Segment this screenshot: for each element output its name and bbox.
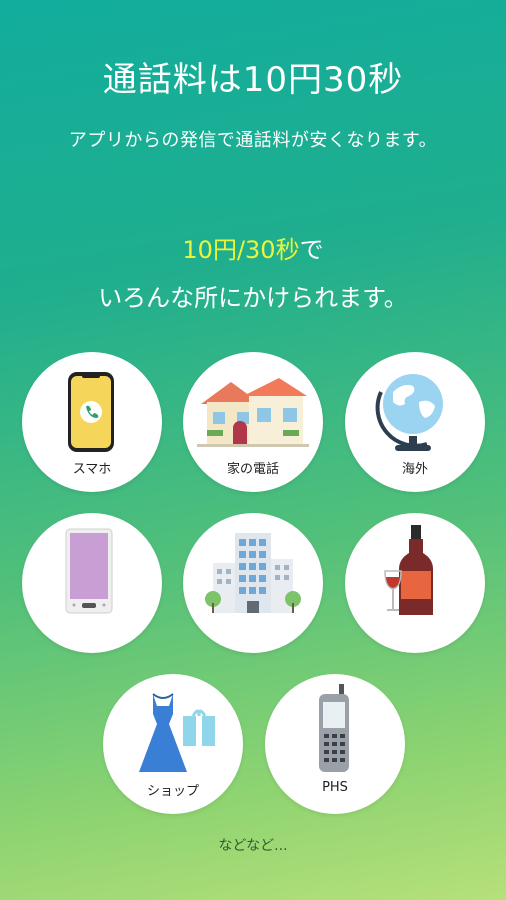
promo-highlight: 10円/30秒 — [182, 236, 300, 264]
footer-etc-text: などなど... — [218, 838, 288, 854]
destination-label: 家の電話 — [226, 462, 279, 477]
destination-label: 海外 — [401, 462, 428, 477]
destination-office — [183, 513, 323, 653]
office-building-icon — [205, 533, 301, 613]
feature-phone-icon — [65, 528, 113, 614]
destination-feature-phone — [22, 513, 162, 653]
page-subtitle: アプリからの発信で通話料が安くなります。 — [68, 130, 438, 151]
promo-line2: いろんな所にかけられます。 — [98, 284, 408, 312]
destination-label: ショップ — [146, 784, 199, 799]
destination-label: スマホ — [72, 462, 112, 477]
destination-shop: ショップ — [103, 674, 243, 814]
destination-label: PHS — [322, 780, 348, 795]
promo-highlight-suffix: で — [299, 236, 324, 264]
destination-phs: PHS — [265, 674, 405, 814]
destination-home-phone: 家の電話 — [183, 352, 323, 492]
page-title: 通話料は10円30秒 — [102, 60, 404, 100]
wine-bottle-icon — [384, 525, 433, 615]
promo-text: 10円/30秒で いろんな所にかけられます。 — [0, 226, 506, 322]
destination-overseas: 海外 — [345, 352, 485, 492]
destination-restaurant — [345, 513, 485, 653]
destination-smartphone: スマホ — [22, 352, 162, 492]
